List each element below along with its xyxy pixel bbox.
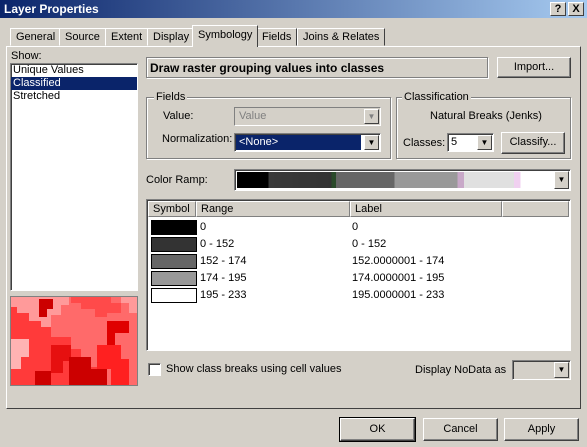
close-button[interactable]: X [568,2,584,16]
range-cell: 0 - 152 [200,238,235,250]
normalization-dropdown[interactable]: <None> ▼ [234,133,381,152]
chevron-down-icon: ▼ [477,135,492,150]
value-dropdown-text: Value [239,110,267,122]
column-header-label[interactable]: Label [350,201,502,217]
classification-method: Natural Breaks (Jenks) [430,110,542,122]
show-class-breaks-checkbox[interactable] [148,363,161,376]
raster-preview-image [10,296,138,386]
classification-group-label: Classification [402,91,471,103]
value-label: Value: [163,110,194,122]
label-cell[interactable]: 0 [352,221,358,233]
table-row[interactable]: 152 - 174 152.0000001 - 174 [148,253,574,271]
column-header-symbol[interactable]: Symbol [148,201,196,217]
symbol-swatch[interactable] [151,220,197,235]
table-row[interactable]: 195 - 233 195.0000001 - 233 [148,287,574,305]
list-item-classified[interactable]: Classified [11,77,137,90]
apply-button[interactable]: Apply [504,418,579,441]
classes-dropdown[interactable]: 5 ▼ [447,133,494,152]
tab-extent[interactable]: Extent [105,28,149,46]
range-cell: 195 - 233 [200,289,247,301]
symbol-swatch[interactable] [151,288,197,303]
label-cell[interactable]: 0 - 152 [352,238,386,250]
show-class-breaks-label[interactable]: Show class breaks using cell values [166,363,341,375]
ok-button[interactable]: OK [339,417,416,442]
symbol-swatch[interactable] [151,237,197,252]
tab-symbology[interactable]: Symbology [192,25,259,47]
color-ramp-label: Color Ramp: [146,174,208,186]
label-cell[interactable]: 174.0000001 - 195 [352,272,444,284]
chevron-down-icon: ▼ [364,135,379,150]
show-label: Show: [11,50,42,62]
column-header-blank [502,201,569,217]
show-list[interactable]: Unique Values Classified Stretched [10,63,138,291]
chevron-down-icon: ▼ [554,171,569,189]
range-cell: 174 - 195 [200,272,247,284]
symbol-swatch[interactable] [151,271,197,286]
nodata-color-dropdown[interactable]: ▼ [512,360,571,380]
cancel-button[interactable]: Cancel [423,418,498,441]
list-item-stretched[interactable]: Stretched [11,90,137,103]
tab-fields[interactable]: Fields [256,28,298,46]
tab-display[interactable]: Display [147,28,196,46]
tab-joins-relates[interactable]: Joins & Relates [297,28,386,46]
tab-source[interactable]: Source [59,28,106,46]
range-cell: 152 - 174 [200,255,247,267]
list-item-unique-values[interactable]: Unique Values [11,64,137,77]
description-box: Draw raster grouping values into classes [146,57,488,78]
description-text: Draw raster grouping values into classes [150,61,385,75]
normalization-label: Normalization: [162,133,233,145]
table-row[interactable]: 0 0 [148,219,574,237]
chevron-down-icon: ▼ [364,109,379,124]
tab-general[interactable]: General [10,28,62,46]
classes-label: Classes: [403,137,446,149]
symbol-table: Symbol Range Label 0 0 0 - 152 0 - 152 1… [146,199,571,351]
color-ramp-dropdown[interactable]: ▼ [234,169,571,191]
label-cell[interactable]: 195.0000001 - 233 [352,289,444,301]
table-row[interactable]: 174 - 195 174.0000001 - 195 [148,270,574,288]
import-button[interactable]: Import... [497,57,571,78]
fields-group-label: Fields [154,91,188,103]
range-cell: 0 [200,221,207,233]
normalization-dropdown-text: <None> [239,136,279,148]
color-ramp-swatch [237,172,552,188]
help-button[interactable]: ? [550,2,566,16]
value-dropdown[interactable]: Value ▼ [234,107,381,126]
symbol-swatch[interactable] [151,254,197,269]
table-row[interactable]: 0 - 152 0 - 152 [148,236,574,254]
chevron-down-icon: ▼ [554,362,569,378]
window-title: Layer Properties [4,2,99,16]
title-bar: Layer Properties ? X [0,0,587,18]
classes-value: 5 [451,136,458,148]
classify-button[interactable]: Classify... [501,132,565,154]
display-nodata-label: Display NoData as [415,364,507,376]
column-header-range[interactable]: Range [196,201,350,217]
label-cell[interactable]: 152.0000001 - 174 [352,255,444,267]
